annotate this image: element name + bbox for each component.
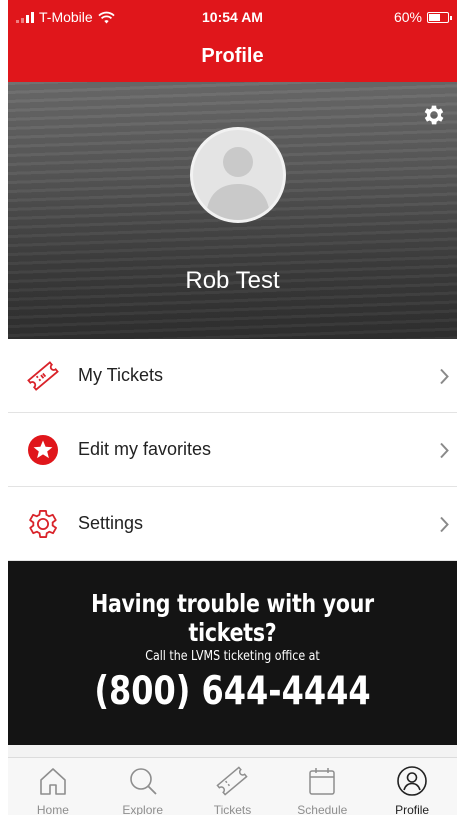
gear-outline-icon xyxy=(29,510,57,538)
tab-explore[interactable]: Explore xyxy=(98,758,188,815)
tab-tickets[interactable]: Tickets xyxy=(188,758,278,815)
bottom-tab-bar: Home Explore Tickets Schedule Profile xyxy=(8,757,457,815)
gear-icon[interactable] xyxy=(421,102,447,128)
status-bar: T-Mobile 10:54 AM 60% xyxy=(8,0,457,34)
status-time: 10:54 AM xyxy=(202,9,263,25)
banner-title: Having trouble with your tickets? xyxy=(91,589,374,647)
profile-menu: My Tickets Edit my favorites Settings xyxy=(8,339,457,561)
profile-hero: Rob Test xyxy=(8,82,457,339)
battery-icon xyxy=(427,11,452,23)
tab-profile[interactable]: Profile xyxy=(367,758,457,815)
menu-item-label: Edit my favorites xyxy=(78,439,212,459)
avatar[interactable] xyxy=(190,127,286,223)
menu-item-label: My Tickets xyxy=(78,365,164,385)
tab-schedule[interactable]: Schedule xyxy=(277,758,367,815)
chevron-right-icon xyxy=(440,516,449,533)
tab-home[interactable]: Home xyxy=(8,758,98,815)
tab-label: Home xyxy=(36,803,69,815)
menu-item-my-tickets[interactable]: My Tickets xyxy=(8,339,457,413)
page-title: Profile xyxy=(8,34,457,82)
search-icon xyxy=(129,768,157,795)
menu-item-edit-favorites[interactable]: Edit my favorites xyxy=(8,413,457,487)
menu-item-label: Settings xyxy=(78,513,144,533)
status-right: 60% xyxy=(393,9,452,25)
profile-name: Rob Test xyxy=(185,267,280,294)
person-placeholder-icon xyxy=(206,147,270,220)
tab-label: Profile xyxy=(395,803,430,815)
chevron-right-icon xyxy=(440,368,449,385)
home-icon xyxy=(40,768,66,795)
battery-percent: 60% xyxy=(393,9,422,25)
calendar-icon xyxy=(309,768,336,795)
banner-phone-number[interactable]: (800) 644-4444 xyxy=(48,669,416,714)
profile-icon xyxy=(397,766,427,796)
phone-screen: T-Mobile 10:54 AM 60% Profile Rob Test M… xyxy=(8,0,457,815)
tab-label: Tickets xyxy=(213,803,252,815)
ticket-icon xyxy=(216,766,249,796)
star-badge-icon xyxy=(28,435,58,465)
tab-label: Explore xyxy=(122,803,164,815)
banner-subtitle: Call the LVMS ticketing office at xyxy=(145,649,320,664)
menu-item-settings[interactable]: Settings xyxy=(8,487,457,561)
tab-label: Schedule xyxy=(297,803,348,815)
chevron-right-icon xyxy=(440,442,449,459)
ticket-icon xyxy=(27,361,59,391)
ticket-help-banner: Having trouble with your tickets? Call t… xyxy=(8,561,457,745)
